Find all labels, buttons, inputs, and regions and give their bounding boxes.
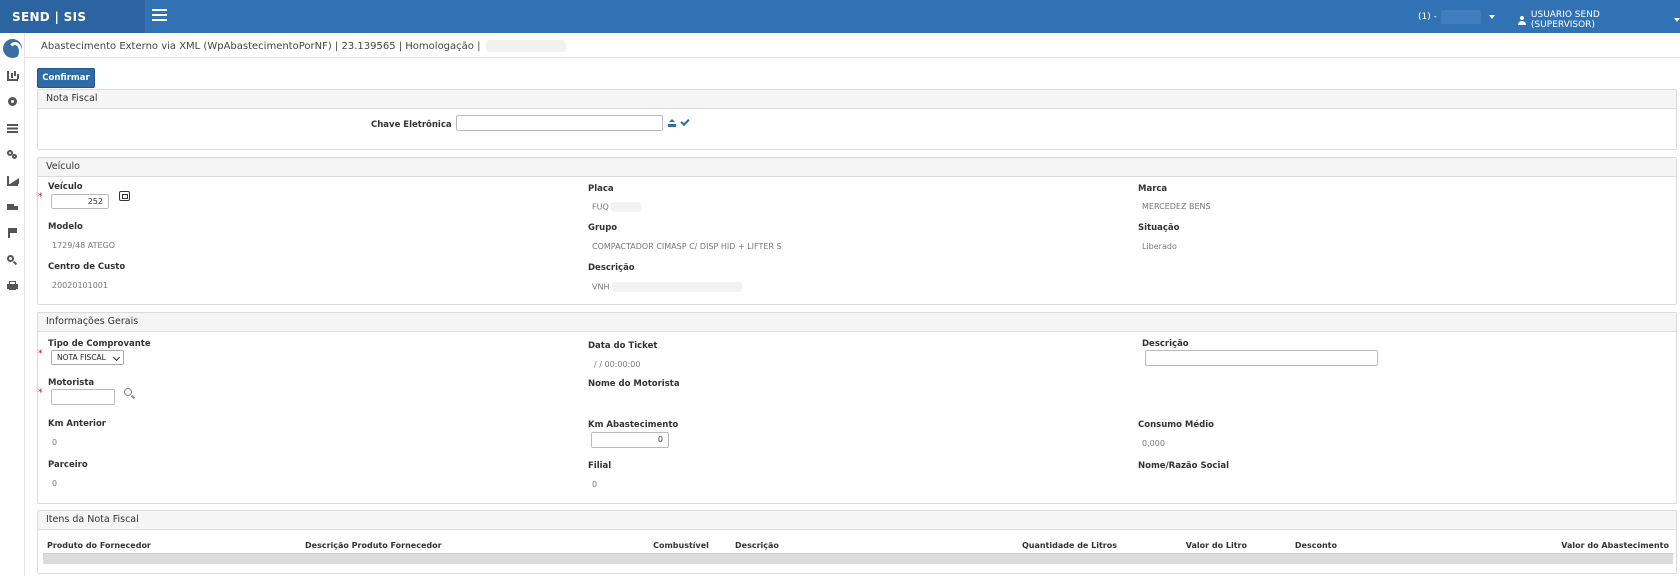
required-marker: * xyxy=(38,388,43,398)
veiculo-input[interactable]: 252 xyxy=(51,194,109,209)
descricao-value: VNH xyxy=(592,282,743,292)
veiculo-panel: Veículo Veículo * 252 Placa FUQ Marca ME… xyxy=(37,157,1677,305)
panel-heading: Itens da Nota Fiscal xyxy=(38,511,1676,530)
panel-heading: Veículo xyxy=(38,158,1676,177)
user-menu[interactable]: USUARIO SEND (SUPERVISOR) xyxy=(1518,10,1680,30)
list-icon[interactable] xyxy=(7,124,18,133)
brand-logo[interactable]: SEND | SIS xyxy=(0,0,145,33)
placa-label: Placa xyxy=(588,184,614,194)
page-title-text: Abastecimento Externo via XML (WpAbastec… xyxy=(41,40,481,52)
panel-heading: Nota Fiscal xyxy=(38,90,1676,109)
data-ticket-value: / / 00:00:00 xyxy=(594,360,641,369)
gears-icon[interactable] xyxy=(7,150,17,159)
chart-icon[interactable] xyxy=(7,71,18,81)
lookup-icon[interactable] xyxy=(119,191,130,201)
informacoes-gerais-panel: Informações Gerais Tipo de Comprovante *… xyxy=(37,312,1677,504)
grupo-label: Grupo xyxy=(588,223,618,233)
itens-nota-fiscal-panel: Itens da Nota Fiscal Produto do Forneced… xyxy=(37,510,1677,574)
nome-motorista-label: Nome do Motorista xyxy=(588,379,680,389)
sidebar xyxy=(0,33,25,576)
consumo-medio-value: 0,000 xyxy=(1142,439,1165,448)
column-header[interactable]: Valor do Litro xyxy=(1121,539,1251,554)
marca-label: Marca xyxy=(1138,184,1168,194)
centro-custo-label: Centro de Custo xyxy=(48,262,126,272)
tipo-comprovante-selected: NOTA FISCAL xyxy=(57,353,106,362)
km-anterior-value: 0 xyxy=(52,438,58,447)
column-header[interactable]: Descrição xyxy=(731,539,961,554)
table-row xyxy=(43,553,1673,564)
column-header[interactable]: Quantidade de Litros xyxy=(961,539,1121,554)
user-name: USUARIO SEND (SUPERVISOR) xyxy=(1530,10,1600,30)
km-abastecimento-label: Km Abastecimento xyxy=(588,420,679,430)
modelo-label: Modelo xyxy=(48,222,83,232)
tipo-comprovante-label: Tipo de Comprovante xyxy=(48,339,151,349)
column-header[interactable]: Combustível xyxy=(631,539,731,554)
user-icon xyxy=(1518,15,1526,25)
confirm-button[interactable]: Confirmar xyxy=(37,68,95,88)
brand-text: SEND | SIS xyxy=(12,9,87,24)
chevron-down-icon xyxy=(112,353,121,362)
km-anterior-label: Km Anterior xyxy=(48,419,106,429)
veiculo-label: Veículo xyxy=(48,182,83,192)
razao-social-label: Nome/Razão Social xyxy=(1138,461,1230,471)
environment-redacted xyxy=(486,40,567,52)
parceiro-value: 0 xyxy=(52,479,58,488)
column-header[interactable]: Desconto xyxy=(1251,539,1341,554)
centro-custo-value: 20020101001 xyxy=(52,281,108,290)
descricao-input[interactable] xyxy=(1145,350,1378,366)
column-header[interactable]: Valor do Abastecimento xyxy=(1341,539,1673,554)
empty-row xyxy=(43,553,1673,564)
column-header[interactable]: Produto do Fornecedor xyxy=(43,539,301,554)
required-marker: * xyxy=(38,349,43,359)
motorista-input[interactable] xyxy=(51,389,115,405)
top-bar: SEND | SIS (1) - USUARIO SEND (SUPERVISO… xyxy=(0,0,1680,33)
search-icon[interactable] xyxy=(124,388,135,399)
items-table: Produto do Fornecedor Descrição Produto … xyxy=(43,539,1673,564)
parceiro-label: Parceiro xyxy=(48,460,88,470)
upload-icon[interactable] xyxy=(668,119,676,127)
descricao-label: Descrição xyxy=(1142,339,1189,349)
divider xyxy=(25,57,1680,58)
table-header-row: Produto do Fornecedor Descrição Produto … xyxy=(43,539,1673,554)
check-icon[interactable] xyxy=(680,116,690,127)
situacao-value: Liberado xyxy=(1142,242,1177,251)
gear-icon[interactable] xyxy=(8,97,17,106)
data-ticket-label: Data do Ticket xyxy=(588,341,658,351)
descricao-label: Descrição xyxy=(588,263,635,273)
company-label: (1) - xyxy=(1418,12,1437,22)
situacao-label: Situação xyxy=(1138,223,1180,233)
grupo-value: COMPACTADOR CIMASP C/ DISP HID + LIFTER … xyxy=(592,242,782,251)
area-chart-icon[interactable] xyxy=(7,176,19,186)
hamburger-menu-icon[interactable] xyxy=(152,9,167,21)
placa-value: FUQ xyxy=(592,202,642,212)
marca-value: MERCEDEZ BENS xyxy=(1142,202,1211,211)
page-title: Abastecimento Externo via XML (WpAbastec… xyxy=(41,40,567,52)
filial-label: Filial xyxy=(588,461,612,471)
km-abastecimento-input[interactable]: 0 xyxy=(591,432,669,448)
tipo-comprovante-select[interactable]: NOTA FISCAL xyxy=(51,350,124,365)
motorista-label: Motorista xyxy=(48,378,95,388)
search-icon[interactable] xyxy=(7,255,17,265)
chave-eletronica-label: Chave Eletrônica xyxy=(371,120,452,130)
nota-fiscal-panel: Nota Fiscal Chave Eletrônica xyxy=(37,89,1677,150)
company-selector[interactable]: (1) - xyxy=(1418,10,1495,24)
required-marker: * xyxy=(38,192,43,202)
modelo-value: 1729/48 ATEGO xyxy=(52,241,116,250)
column-header[interactable]: Descrição Produto Fornecedor xyxy=(301,539,631,554)
print-icon[interactable] xyxy=(7,281,18,291)
chevron-down-icon xyxy=(1488,15,1495,19)
chevron-down-icon xyxy=(1674,18,1680,22)
filial-value: 0 xyxy=(592,480,598,489)
company-name-redacted xyxy=(1440,10,1481,24)
consumo-medio-label: Consumo Médio xyxy=(1138,420,1214,430)
panel-heading: Informações Gerais xyxy=(38,313,1676,332)
flag-icon[interactable] xyxy=(7,228,18,238)
chave-eletronica-input[interactable] xyxy=(456,115,663,131)
app-logo-icon[interactable] xyxy=(3,39,22,61)
truck-icon[interactable] xyxy=(7,203,18,210)
